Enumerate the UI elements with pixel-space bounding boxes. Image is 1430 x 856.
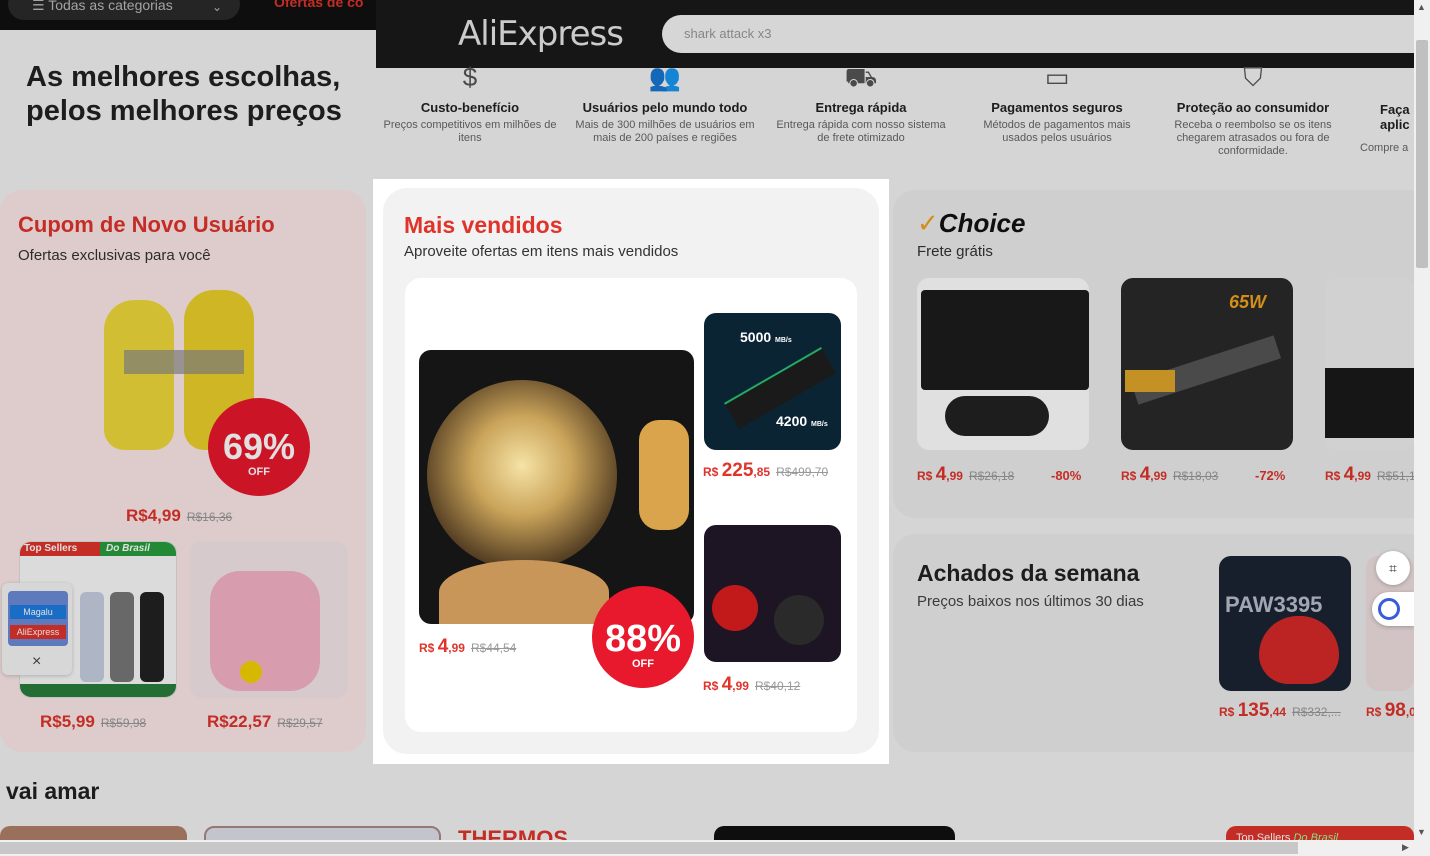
product-image-ssd[interactable]: 5000 MB/s 4200 MB/s <box>704 313 841 450</box>
horizontal-scrollbar-thumb[interactable] <box>0 842 1298 854</box>
vertical-scrollbar-thumb[interactable] <box>1416 40 1428 268</box>
best-sellers-subtitle: Aproveite ofertas em itens mais vendidos <box>404 243 679 260</box>
discount-badge: 88% OFF <box>592 586 694 688</box>
scroll-up-icon[interactable]: ▲ <box>1417 2 1426 12</box>
scroll-down-icon[interactable]: ▼ <box>1417 827 1426 837</box>
product-price: R$ 4,99 R$40,12 <box>703 674 801 695</box>
product-price: R$ 4,99 R$44,54 <box>419 636 517 657</box>
scroll-right-icon[interactable]: ▶ <box>1402 842 1409 853</box>
product-image-crystal-ball[interactable] <box>419 350 694 624</box>
chat-assistant-icon[interactable] <box>1372 592 1414 626</box>
product-image-earbuds[interactable] <box>704 525 841 662</box>
best-sellers-title: Mais vendidos <box>404 212 563 238</box>
qr-code-icon[interactable]: ⌗ <box>1376 551 1410 585</box>
product-price: R$ 225,85 R$499,70 <box>703 460 829 481</box>
